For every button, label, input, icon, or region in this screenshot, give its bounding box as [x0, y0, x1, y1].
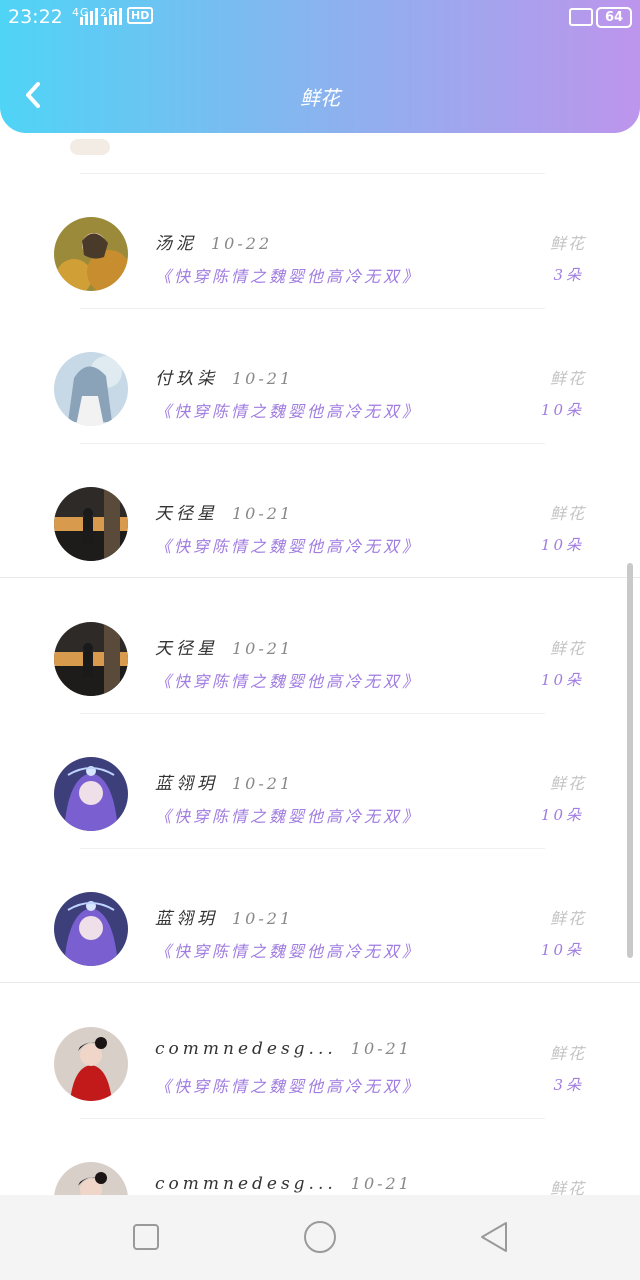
flower-label: 鲜花: [549, 909, 586, 928]
avatar: [54, 757, 128, 831]
divider: [80, 443, 545, 444]
flower-count: 10朵: [540, 536, 584, 554]
flower-label: 鲜花: [549, 1044, 586, 1063]
user-name: 蓝翎玥 10-21: [155, 774, 294, 794]
user-name: 天径星 10-21: [155, 639, 294, 659]
avatar: [54, 1162, 128, 1195]
gift-date: 10-21: [232, 774, 294, 793]
system-nav-bar: [0, 1195, 640, 1280]
gift-date: 10-21: [232, 639, 294, 658]
flower-label: 鲜花: [549, 234, 586, 253]
top-header: 23:22 4G 2G HD 64 鲜花: [0, 0, 640, 133]
gift-date: 10-21: [232, 369, 294, 388]
flower-count: 3朵: [553, 1076, 584, 1094]
list-item[interactable]: 汤泥 10-22 《快穿陈情之魏婴他高冷无双》 鲜花 3朵: [0, 201, 640, 336]
page-title: 鲜花: [300, 86, 340, 110]
flower-count: 3朵: [553, 266, 584, 284]
list-item[interactable]: 蓝翎玥 10-21 《快穿陈情之魏婴他高冷无双》 鲜花 10朵: [0, 876, 640, 1011]
user-name: 付玖柒 10-21: [155, 369, 294, 389]
user-name: 汤泥 10-22: [155, 234, 273, 254]
gift-date: 10-22: [211, 234, 273, 253]
book-title[interactable]: 《快穿陈情之魏婴他高冷无双》: [155, 398, 421, 422]
message-icon: [569, 8, 593, 26]
hd-badge: HD: [127, 7, 154, 24]
avatar: [54, 217, 128, 291]
user-name: 蓝翎玥 10-21: [155, 909, 294, 929]
list-item[interactable]: 天径星 10-21 《快穿陈情之魏婴他高冷无双》 鲜花 10朵: [0, 606, 640, 741]
circle-icon: [304, 1221, 336, 1253]
flower-count: 10朵: [540, 806, 584, 824]
user-name: 天径星 10-21: [155, 504, 294, 524]
list-item[interactable]: 付玖柒 10-21 《快穿陈情之魏婴他高冷无双》 鲜花 10朵: [0, 336, 640, 471]
home-button[interactable]: [300, 1217, 340, 1257]
divider: [80, 1118, 545, 1119]
gift-date: 10-21: [350, 1039, 412, 1058]
flower-count: 10朵: [540, 671, 584, 689]
flower-label: 鲜花: [549, 774, 586, 793]
nav-back-button[interactable]: [474, 1217, 514, 1257]
flower-label: 鲜花: [549, 369, 586, 388]
book-title[interactable]: 《快穿陈情之魏婴他高冷无双》: [155, 668, 421, 692]
gift-date: 10-21: [232, 909, 294, 928]
flower-label: 鲜花: [549, 504, 586, 523]
book-title[interactable]: 《快穿陈情之魏婴他高冷无双》: [155, 533, 421, 557]
avatar: [54, 892, 128, 966]
user-name: commnedesg... 10-21: [155, 1174, 412, 1194]
avatar: [54, 622, 128, 696]
flower-list: 汤泥 10-22 《快穿陈情之魏婴他高冷无双》 鲜花 3朵 付玖柒 10-21 《快…: [0, 133, 640, 1195]
book-title[interactable]: 《快穿陈情之魏婴他高冷无双》: [155, 263, 421, 287]
avatar: [54, 487, 128, 561]
triangle-back-icon: [481, 1222, 507, 1252]
section-separator: [0, 982, 640, 983]
book-title[interactable]: 《快穿陈情之魏婴他高冷无双》: [155, 938, 421, 962]
avatar: [54, 1027, 128, 1101]
scrollbar[interactable]: [627, 563, 633, 958]
signal-2g-icon: [104, 7, 122, 25]
section-separator: [0, 577, 640, 578]
divider: [80, 713, 545, 714]
gift-date: 10-21: [232, 504, 294, 523]
divider: [80, 848, 545, 849]
partial-item-top: [70, 139, 110, 155]
status-time: 23:22: [8, 6, 63, 28]
battery-indicator: 64: [596, 7, 632, 28]
divider: [80, 308, 545, 309]
flower-count: 10朵: [540, 401, 584, 419]
flower-label: 鲜花: [549, 1179, 586, 1195]
divider: [80, 173, 545, 174]
flower-count: 10朵: [540, 941, 584, 959]
signal-4g-icon: [80, 7, 98, 25]
recents-button[interactable]: [126, 1217, 166, 1257]
list-item[interactable]: commnedesg... 10-21 鲜花: [0, 1146, 640, 1195]
avatar: [54, 352, 128, 426]
user-name: commnedesg... 10-21: [155, 1039, 412, 1059]
gift-date: 10-21: [350, 1174, 412, 1193]
square-icon: [133, 1224, 159, 1250]
list-item[interactable]: 天径星 10-21 《快穿陈情之魏婴他高冷无双》 鲜花 10朵: [0, 471, 640, 606]
flower-label: 鲜花: [549, 639, 586, 658]
list-item[interactable]: 蓝翎玥 10-21 《快穿陈情之魏婴他高冷无双》 鲜花 10朵: [0, 741, 640, 876]
book-title[interactable]: 《快穿陈情之魏婴他高冷无双》: [155, 1073, 421, 1097]
book-title[interactable]: 《快穿陈情之魏婴他高冷无双》: [155, 803, 421, 827]
list-item[interactable]: commnedesg... 10-21 《快穿陈情之魏婴他高冷无双》 鲜花 3朵: [0, 1011, 640, 1146]
